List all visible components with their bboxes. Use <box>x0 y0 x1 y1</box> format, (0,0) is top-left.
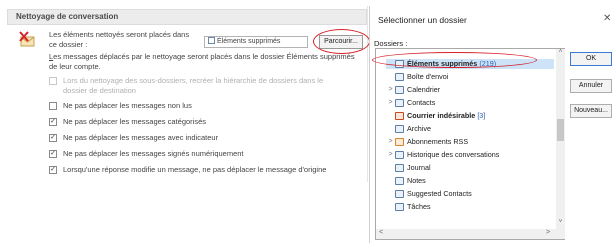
option-label: Lors du nettoyage des sous-dossiers, rec… <box>63 76 324 95</box>
tree-item-label: Calendrier <box>407 85 441 94</box>
tree-item-label: Abonnements RSS <box>407 137 469 146</box>
contacts-folder-icon <box>395 99 404 107</box>
trash-folder-icon <box>208 37 215 44</box>
new-folder-button[interactable]: Nouveau... <box>570 104 612 118</box>
journal-folder-icon <box>395 164 404 172</box>
checkbox <box>49 77 57 85</box>
tree-item-rss[interactable]: > Abonnements RSS <box>386 137 468 147</box>
option-reply-modifies[interactable]: ✓ Lorsqu'une réponse modifie un message,… <box>49 165 329 175</box>
scroll-down-icon[interactable]: ˅ <box>556 219 565 225</box>
folder-tree[interactable]: Éléments supprimés (219) Boîte d'envoi >… <box>372 48 565 240</box>
tasks-folder-icon <box>395 203 404 211</box>
tree-item-junk[interactable]: Courrier indésirable [3] <box>386 111 485 121</box>
tree-item-label: Tâches <box>407 202 431 211</box>
option-recreate-hierarchy: Lors du nettoyage des sous-dossiers, rec… <box>49 76 329 96</box>
scroll-right-icon[interactable]: > <box>546 229 550 236</box>
option-label: Lorsqu'une réponse modifie un message, n… <box>63 165 327 174</box>
vertical-scrollbar[interactable]: ˄ ˅ <box>556 49 565 239</box>
rss-folder-icon <box>395 138 404 146</box>
scroll-thumb[interactable] <box>557 119 564 141</box>
tree-item-label: Boîte d'envoi <box>407 72 449 81</box>
tree-item-label: Archive <box>407 124 431 133</box>
tree-item-label: Suggested Contacts <box>407 189 472 198</box>
cancel-button[interactable]: Annuler <box>570 79 612 93</box>
annotation-oval <box>313 29 370 54</box>
checkbox[interactable] <box>49 102 57 110</box>
checkbox-checked[interactable]: ✓ <box>49 150 57 158</box>
tree-item-label: Notes <box>407 176 426 185</box>
checkbox-checked[interactable]: ✓ <box>49 134 57 142</box>
tree-item-calendar[interactable]: > Calendrier <box>386 85 440 95</box>
chevron-right-icon[interactable]: > <box>386 98 395 108</box>
option-label: Ne pas déplacer les messages catégorisés <box>63 117 206 126</box>
ok-button[interactable]: OK <box>570 52 612 66</box>
tree-item-tasks[interactable]: Tâches <box>386 202 431 212</box>
outbox-folder-icon <box>395 73 404 81</box>
horizontal-scrollbar[interactable]: < > <box>376 229 556 239</box>
tree-item-label: Journal <box>407 163 431 172</box>
option-unread[interactable]: Ne pas déplacer les messages non lus <box>49 101 329 111</box>
unread-count: [3] <box>477 111 486 120</box>
destination-folder-field: Éléments supprimés <box>204 36 308 48</box>
tree-item-archive[interactable]: Archive <box>386 124 431 134</box>
tree-item-label: Contacts <box>407 98 436 107</box>
close-icon[interactable]: ✕ <box>603 13 611 24</box>
tree-item-label: Courrier indésirable <box>407 111 476 120</box>
tree-item-notes[interactable]: Notes <box>386 176 426 186</box>
moved-messages-text: Les messages déplacés par le nettoyage s… <box>49 52 364 72</box>
destination-folder-value: Éléments supprimés <box>217 38 281 45</box>
option-label: Ne pas déplacer les messages signés numé… <box>63 149 244 158</box>
chevron-right-icon[interactable]: > <box>386 85 395 95</box>
scroll-up-icon[interactable]: ˄ <box>556 49 565 55</box>
checkbox-checked[interactable]: ✓ <box>49 118 57 126</box>
folder-icon <box>395 125 404 133</box>
option-flagged[interactable]: ✓ Ne pas déplacer les messages avec indi… <box>49 133 329 143</box>
destination-text: Les éléments nettoyés seront placés dans… <box>49 30 190 49</box>
dialog-title: Sélectionner un dossier <box>378 15 467 25</box>
chevron-right-icon[interactable]: > <box>386 150 395 160</box>
tree-item-outbox[interactable]: Boîte d'envoi <box>386 72 448 82</box>
option-label: Ne pas déplacer les messages avec indica… <box>63 133 219 142</box>
option-categorized[interactable]: ✓ Ne pas déplacer les messages catégoris… <box>49 117 329 127</box>
tree-item-conversation-history[interactable]: > Historique des conversations <box>386 150 499 160</box>
contacts-folder-icon <box>395 190 404 198</box>
section-title: Nettoyage de conversation <box>7 9 367 25</box>
option-signed[interactable]: ✓ Ne pas déplacer les messages signés nu… <box>49 149 329 159</box>
junk-folder-icon <box>395 112 404 120</box>
folder-icon <box>395 151 404 159</box>
cleanup-icon <box>19 31 35 47</box>
tree-item-contacts[interactable]: > Contacts <box>386 98 435 108</box>
checkbox-checked[interactable]: ✓ <box>49 166 57 174</box>
select-folder-dialog: Sélectionner un dossier ✕ Dossiers : Élé… <box>369 6 616 243</box>
tree-item-journal[interactable]: Journal <box>386 163 431 173</box>
conversation-cleanup-panel: Nettoyage de conversation Les éléments n… <box>4 6 370 182</box>
tree-item-suggested-contacts[interactable]: Suggested Contacts <box>386 189 472 199</box>
notes-folder-icon <box>395 177 404 185</box>
option-label: Ne pas déplacer les messages non lus <box>63 101 192 110</box>
moved-text-rest: es messages déplacés par le nettoyage se… <box>49 52 355 71</box>
scroll-left-icon[interactable]: < <box>379 229 383 236</box>
tree-item-label: Historique des conversations <box>407 150 500 159</box>
annotation-oval <box>372 52 537 68</box>
folders-label: Dossiers : <box>374 39 408 48</box>
calendar-folder-icon <box>395 86 404 94</box>
chevron-right-icon[interactable]: > <box>386 137 395 147</box>
